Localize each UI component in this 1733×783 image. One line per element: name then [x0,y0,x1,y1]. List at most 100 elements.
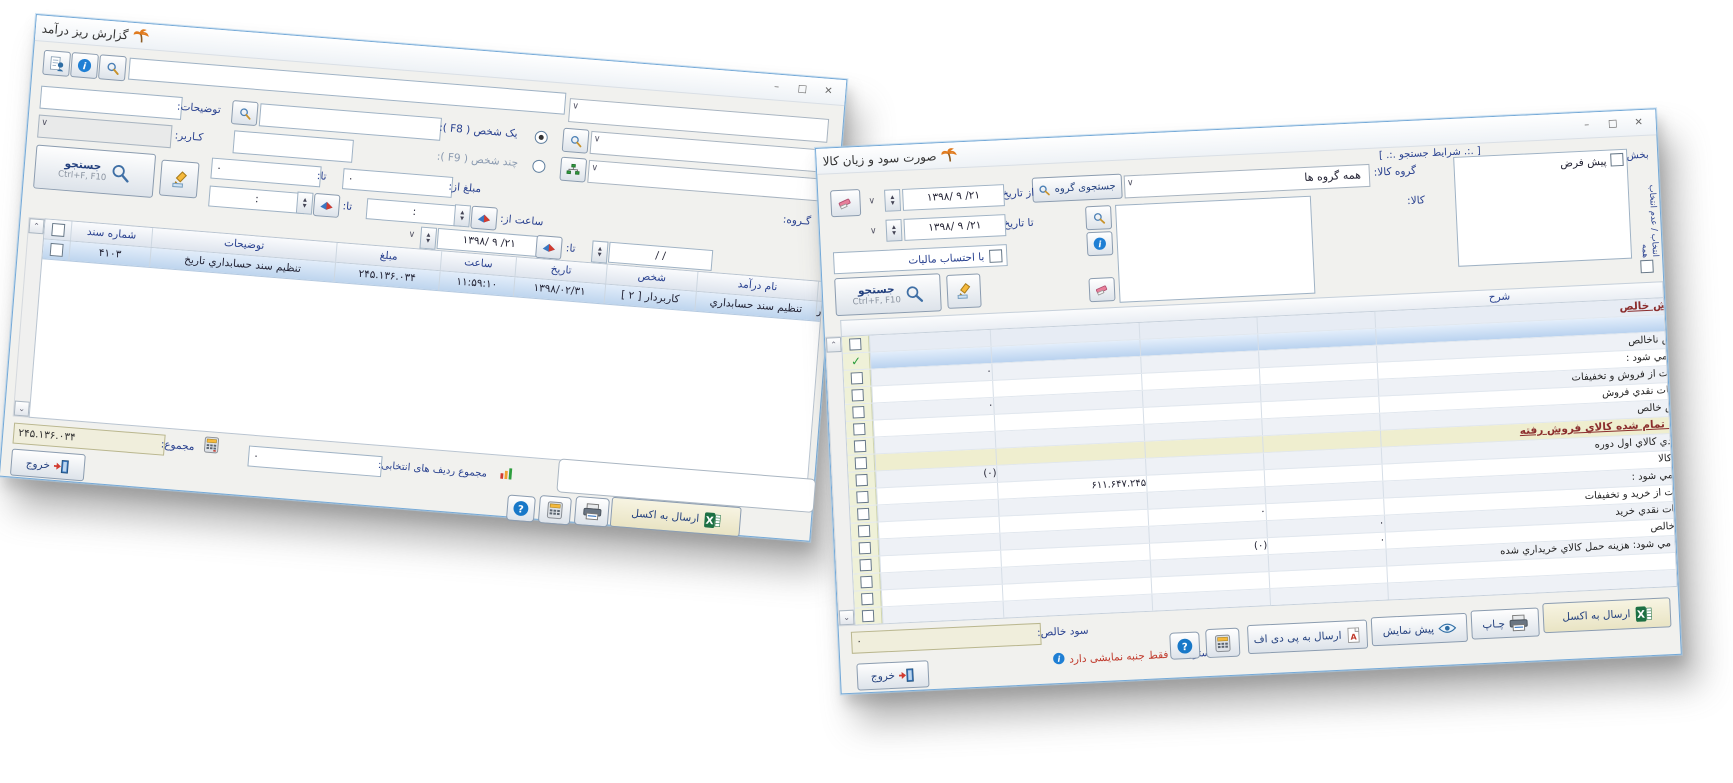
date-eraser-button[interactable] [830,189,861,217]
row-checkbox[interactable] [850,505,878,522]
exit-button[interactable]: خروج [856,660,929,690]
description-search-button[interactable] [231,100,259,126]
tax-checkbox[interactable] [989,249,1003,263]
row-checkbox[interactable] [854,590,882,607]
default-section-checkbox[interactable] [1610,153,1624,167]
product-search-button[interactable] [1085,205,1112,230]
eraser-icon [542,241,557,253]
date-from-spinner[interactable]: ▲▼ [591,240,609,263]
scroll-down-arrow[interactable]: ⌄ [839,610,855,626]
default-section-item[interactable]: پیش فرض [1560,153,1607,173]
one-person-radio[interactable] [534,130,548,144]
user-combo[interactable]: ∨ [37,115,172,149]
row-checkbox[interactable] [853,573,881,590]
minimize-button[interactable]: – [765,78,788,97]
checkbox-icon [849,338,862,351]
checkbox-icon [862,610,875,623]
checkbox-icon [854,440,867,453]
time-to-input[interactable]: : [208,185,305,214]
multi-person-radio[interactable] [532,159,546,173]
product-info-button[interactable]: i [1086,231,1113,256]
select-all-checkbox[interactable] [44,219,71,240]
minimize-button[interactable]: – [1575,116,1598,134]
amount-to-input[interactable]: ۰ [210,158,321,188]
date-from-spinner[interactable]: ▲▼ [884,189,901,212]
time-from-input[interactable]: : [366,198,463,227]
highlight-button[interactable] [946,273,982,309]
tax-checkbox-box[interactable]: با احتساب مالیات [833,244,1008,274]
scroll-down-arrow[interactable]: ⌄ [14,401,30,417]
time-to-spinner[interactable]: ▲▼ [296,192,314,215]
row-checkbox[interactable] [845,404,873,421]
row-checkbox[interactable] [851,522,879,539]
excel-export-button[interactable]: X ارسال به اکسل [1542,597,1671,633]
date-to-value: ۱۳۹۸/ ۹ /۲۱ [928,219,982,233]
row-checkbox[interactable] [42,239,69,260]
row-checkbox[interactable]: ✓ [843,353,871,370]
row-checkbox[interactable] [852,539,880,556]
user-input[interactable] [232,130,353,163]
info-button[interactable]: i [70,52,99,79]
select-all-checkbox[interactable] [1640,260,1654,274]
date-from-input[interactable]: ۱۳۹۸/ ۹ /۲۱ [902,184,1005,211]
description-extra-input[interactable] [39,86,182,120]
row-checkbox[interactable] [844,387,872,404]
date-to-spinner[interactable]: ▲▼ [419,227,437,250]
calculator-button[interactable] [538,495,572,525]
person-report-button[interactable] [42,50,71,77]
product-listbox[interactable] [1115,196,1315,303]
help-button[interactable]: ? [1169,631,1200,659]
maximize-button[interactable]: □ [1601,115,1624,133]
time-from-label: ساعت از: [500,213,544,228]
scroll-up-arrow[interactable]: ⌃ [28,218,44,234]
print-button[interactable]: چـاپ [1471,607,1540,639]
row-checkbox[interactable] [856,624,884,625]
search-tool-button[interactable] [98,54,127,81]
scroll-up-arrow[interactable]: ⌃ [826,337,842,353]
exit-button[interactable]: خروج [10,448,86,481]
selected-sum-value: ۰ [253,450,260,462]
pl-grid-body[interactable]: فروش خالص✓۰فروش ناخالصکسر مي شود :۰برگشت… [841,297,1678,625]
product-group-combo[interactable]: ∨ همه گروه ها [1124,164,1371,199]
time-from-spinner[interactable]: ▲▼ [453,204,471,227]
maximize-button[interactable]: □ [791,80,814,99]
checkbox-icon [851,389,864,402]
person-search-button[interactable] [562,128,590,154]
close-button[interactable]: ✕ [817,82,840,101]
description-column-header[interactable]: شرح [1489,290,1511,303]
calculator-button[interactable] [1205,628,1240,659]
group-search-button[interactable]: جستجوی گروه [1032,174,1123,203]
search-button[interactable]: جستجو Ctrl+F, F10 [834,273,942,316]
row-checkbox[interactable] [842,336,870,353]
date-to-input[interactable]: ۱۳۹۸/ ۹ /۲۱ [903,214,1006,241]
checkbox-icon [855,457,868,470]
row-checkbox[interactable] [846,421,874,438]
preview-button[interactable]: پیش نمایش [1371,613,1468,646]
date-to-spinner[interactable]: ▲▼ [885,219,902,242]
row-checkbox[interactable] [849,488,877,505]
selected-sum-input[interactable]: ۰ [247,445,382,477]
income-report-window: گزارش ریز درآمد – □ ✕ i ∨ توضیحا [0,14,847,542]
net-profit-value: ۰ [856,635,862,647]
row-checkbox[interactable] [848,455,876,472]
row-checkbox[interactable] [848,472,876,489]
chevron-down-icon: ∨ [868,196,875,206]
group-label: گـروه: [782,214,811,228]
search-button[interactable]: جستجو Ctrl+F, F10 [33,144,156,197]
time-from-eraser-button[interactable] [470,206,498,231]
org-chart-button[interactable] [559,157,587,183]
print-button[interactable] [574,496,610,528]
row-checkbox[interactable] [847,438,875,455]
product-eraser-button[interactable] [1088,277,1115,302]
row-checkbox[interactable] [844,370,872,387]
help-button[interactable]: ? [506,494,536,522]
date-eraser-button[interactable] [535,235,563,260]
row-checkbox[interactable] [855,607,883,624]
time-to-eraser-button[interactable] [313,193,341,218]
row-checkbox[interactable] [852,556,880,573]
section-listbox[interactable]: پیش فرض [1453,149,1632,267]
highlight-button[interactable] [159,160,200,199]
close-button[interactable]: ✕ [1627,114,1650,132]
amount-from-input[interactable]: ۰ [342,168,453,198]
pdf-export-button[interactable]: A ارسال به پی دی اف [1247,620,1368,655]
